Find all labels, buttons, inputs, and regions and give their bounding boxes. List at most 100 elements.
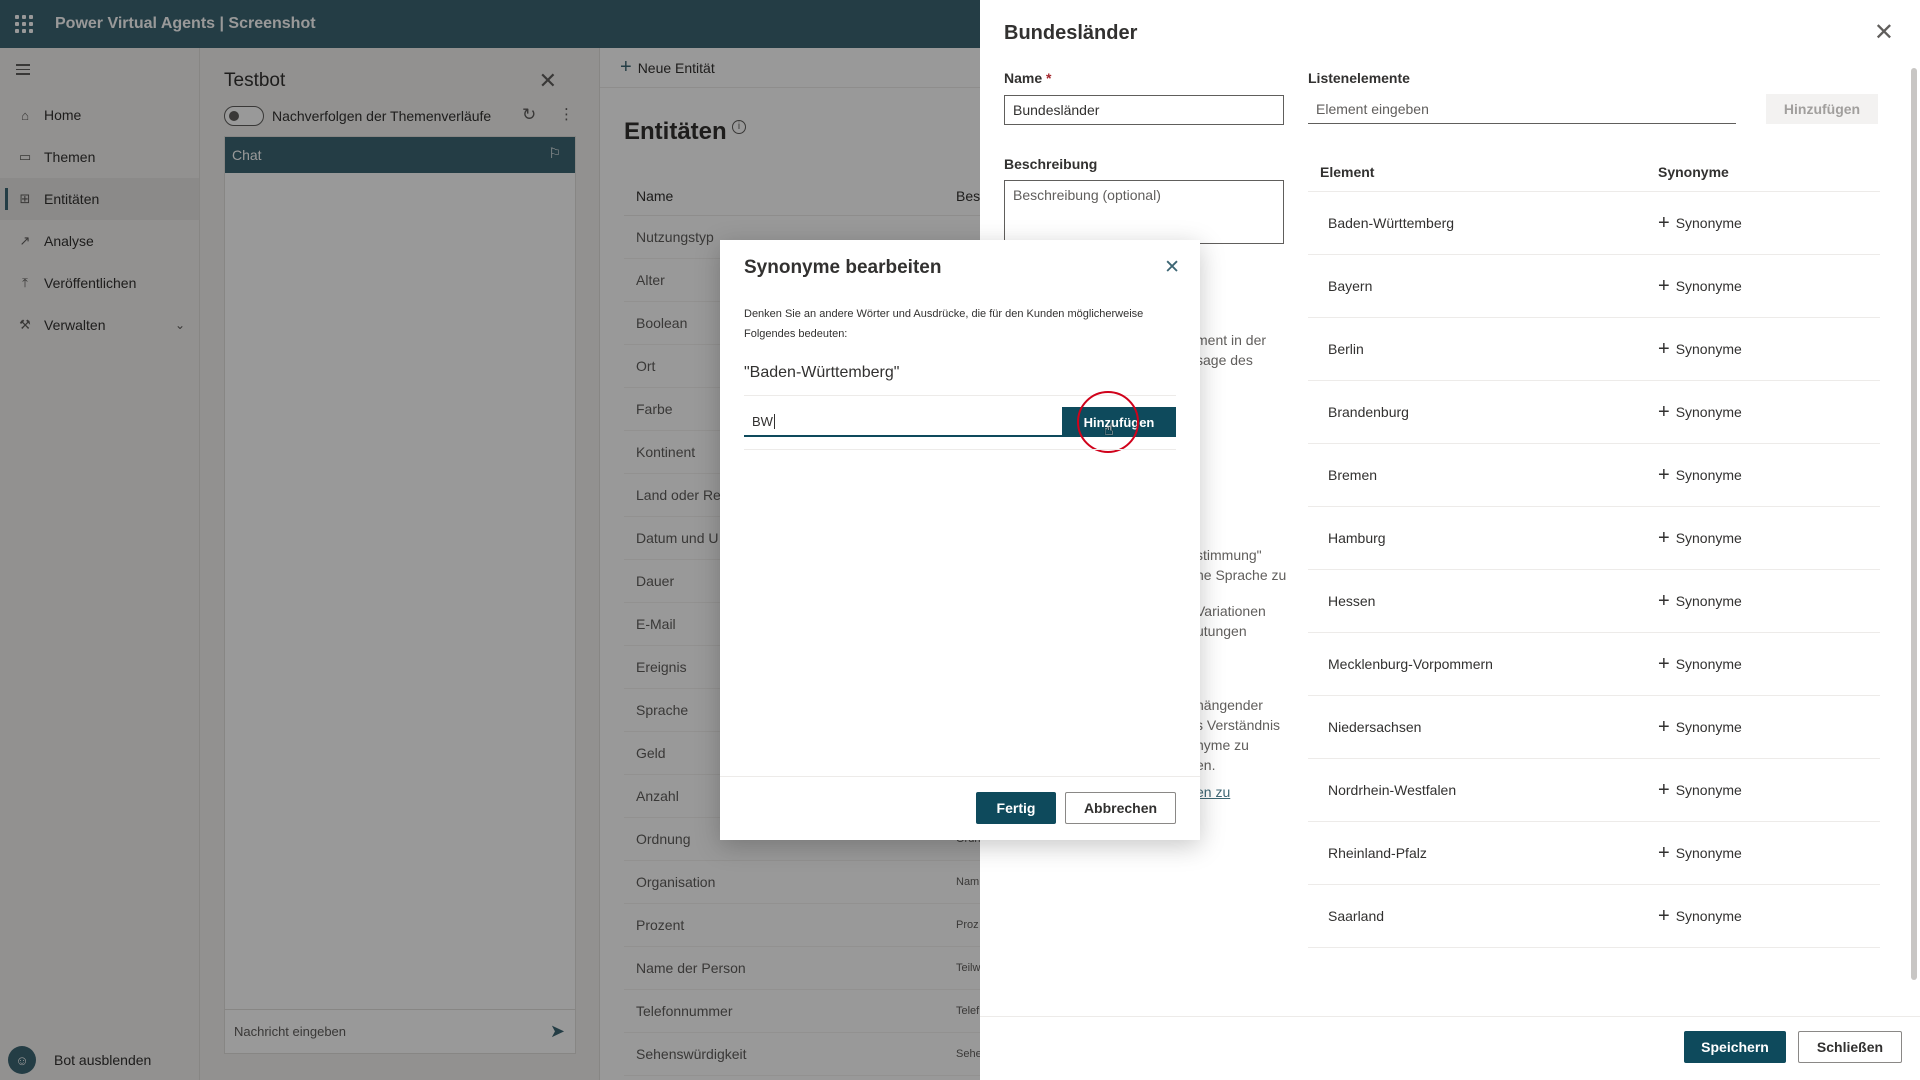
plus-icon: + — [1658, 400, 1670, 423]
dialog-description: Denken Sie an andere Wörter und Ausdrück… — [744, 308, 1144, 340]
element-name: Berlin — [1328, 341, 1364, 357]
help-text: ment in der — [1196, 332, 1267, 348]
element-name: Hessen — [1328, 593, 1376, 609]
description-label: Beschreibung — [1004, 156, 1098, 172]
table-row: Bayern + Synonyme — [1308, 255, 1880, 318]
done-button[interactable]: Fertig — [976, 792, 1056, 824]
plus-icon: + — [1658, 778, 1670, 801]
hand-cursor-icon: ☝ — [1104, 422, 1114, 439]
name-label: Name * — [1004, 70, 1051, 86]
add-synonyms-button[interactable]: + Synonyme — [1658, 590, 1742, 613]
help-link[interactable]: en zu — [1196, 782, 1230, 802]
add-synonyms-button[interactable]: + Synonyme — [1658, 464, 1742, 487]
close-icon[interactable]: ✕ — [1874, 18, 1894, 47]
close-button[interactable]: Schließen — [1798, 1031, 1902, 1063]
scrollbar-thumb[interactable] — [1911, 68, 1917, 980]
add-synonyms-button[interactable]: + Synonyme — [1658, 779, 1742, 802]
help-text: utungen — [1196, 623, 1247, 639]
synonym-input[interactable]: BW — [744, 407, 1064, 437]
plus-icon: + — [1658, 652, 1670, 675]
synonyms-label: Synonyme — [1675, 845, 1742, 861]
column-header-element: Element — [1320, 163, 1375, 180]
synonyms-label: Synonyme — [1675, 593, 1742, 609]
edit-synonyms-dialog: Synonyme bearbeiten ✕ Denken Sie an ande… — [720, 240, 1200, 840]
synonyms-label: Synonyme — [1675, 215, 1742, 231]
synonyms-label: Synonyme — [1675, 278, 1742, 294]
plus-icon: + — [1658, 589, 1670, 612]
help-text: he Sprache zu — [1196, 567, 1287, 583]
help-text: hängender — [1196, 697, 1263, 713]
plus-icon: + — [1658, 274, 1670, 297]
list-elements-label: Listenelemente — [1308, 70, 1410, 86]
text-caret — [773, 413, 775, 429]
dialog-title: Synonyme bearbeiten — [744, 257, 942, 278]
help-text: stimmung" — [1196, 547, 1262, 563]
table-row: Niedersachsen + Synonyme — [1308, 696, 1880, 759]
table-row: Saarland + Synonyme — [1308, 885, 1880, 948]
panel-scrollbar[interactable] — [1910, 64, 1918, 1004]
description-field[interactable]: Beschreibung (optional) — [1004, 180, 1284, 244]
column-header-synonyms: Synonyme — [1658, 163, 1729, 180]
synonyms-label: Synonyme — [1675, 656, 1742, 672]
plus-icon: + — [1658, 904, 1670, 927]
element-value: "Baden-Württemberg" — [744, 364, 900, 381]
plus-icon: + — [1658, 211, 1670, 234]
synonyms-label: Synonyme — [1675, 467, 1742, 483]
table-header: Element Synonyme — [1308, 152, 1880, 192]
plus-icon: + — [1658, 715, 1670, 738]
synonyms-label: Synonyme — [1675, 782, 1742, 798]
name-label-text: Name — [1004, 70, 1043, 86]
synonyms-label: Synonyme — [1675, 719, 1742, 735]
add-synonyms-button[interactable]: + Synonyme — [1658, 338, 1742, 361]
table-row: Rheinland-Pfalz + Synonyme — [1308, 822, 1880, 885]
synonyms-label: Synonyme — [1675, 404, 1742, 420]
add-synonyms-button[interactable]: + Synonyme — [1658, 653, 1742, 676]
table-row: Hessen + Synonyme — [1308, 570, 1880, 633]
help-text: sage des — [1196, 352, 1253, 368]
element-name: Baden-Württemberg — [1328, 215, 1455, 231]
table-row: Brandenburg + Synonyme — [1308, 381, 1880, 444]
dialog-footer: Fertig Abbrechen — [720, 776, 1200, 840]
synonyms-label: Synonyme — [1675, 341, 1742, 357]
table-row: Bremen + Synonyme — [1308, 444, 1880, 507]
add-synonyms-button[interactable]: + Synonyme — [1658, 527, 1742, 550]
synonyms-label: Synonyme — [1675, 908, 1742, 924]
plus-icon: + — [1658, 337, 1670, 360]
plus-icon: + — [1658, 526, 1670, 549]
help-text: s Verständnis — [1196, 717, 1281, 733]
element-name: Bremen — [1328, 467, 1378, 483]
plus-icon: + — [1658, 841, 1670, 864]
entity-name-field[interactable]: Bundesländer — [1004, 95, 1284, 125]
table-row: Berlin + Synonyme — [1308, 318, 1880, 381]
element-name: Saarland — [1328, 908, 1385, 924]
element-name: Brandenburg — [1328, 404, 1409, 420]
divider — [744, 449, 1176, 450]
help-text: Variationen — [1196, 603, 1266, 619]
required-marker: * — [1046, 70, 1052, 86]
add-synonyms-button[interactable]: + Synonyme — [1658, 401, 1742, 424]
synonym-input-value: BW — [752, 413, 773, 429]
add-synonyms-button[interactable]: + Synonyme — [1658, 716, 1742, 739]
table-row: Hamburg + Synonyme — [1308, 507, 1880, 570]
element-name: Rheinland-Pfalz — [1328, 845, 1427, 861]
table-row: Mecklenburg-Vorpommern + Synonyme — [1308, 633, 1880, 696]
elements-table: Element Synonyme Baden-Württemberg + Synon… — [1308, 152, 1880, 948]
add-synonyms-button[interactable]: + Synonyme — [1658, 842, 1742, 865]
panel-title: Bundesländer — [1004, 22, 1138, 44]
add-synonyms-button[interactable]: + Synonyme — [1658, 212, 1742, 235]
element-name: Hamburg — [1328, 530, 1386, 546]
close-icon[interactable]: ✕ — [1164, 256, 1180, 279]
add-synonyms-button[interactable]: + Synonyme — [1658, 275, 1742, 298]
help-text: nyme zu — [1196, 737, 1249, 753]
synonyms-label: Synonyme — [1675, 530, 1742, 546]
element-input[interactable]: Element eingeben — [1308, 94, 1736, 124]
element-name: Niedersachsen — [1328, 719, 1422, 735]
element-name: Bayern — [1328, 278, 1373, 294]
plus-icon: + — [1658, 463, 1670, 486]
add-element-button[interactable]: Hinzufügen — [1766, 94, 1878, 124]
cancel-button[interactable]: Abbrechen — [1065, 792, 1176, 824]
add-synonyms-button[interactable]: + Synonyme — [1658, 905, 1742, 928]
save-button[interactable]: Speichern — [1684, 1031, 1786, 1063]
panel-footer: Speichern Schließen — [980, 1016, 1920, 1080]
table-row: Baden-Württemberg + Synonyme — [1308, 192, 1880, 255]
